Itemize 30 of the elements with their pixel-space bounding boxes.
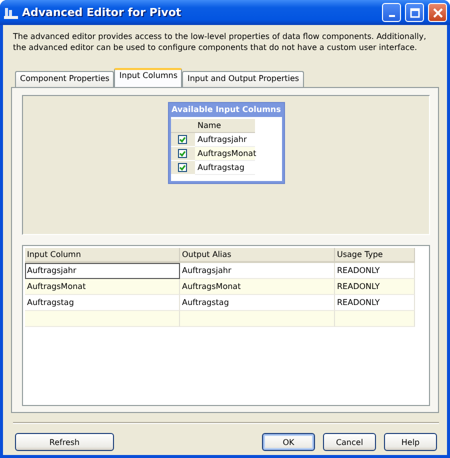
column-name: Auftragstag [194, 161, 254, 175]
maximize-button[interactable] [405, 3, 424, 22]
checkbox[interactable] [178, 135, 187, 144]
table-cell: Auftragsjahr [25, 263, 180, 279]
column-header: Input Column [25, 248, 180, 263]
table-cell: AuftragsMonat [25, 279, 180, 295]
tab[interactable]: Input Columns [114, 68, 182, 87]
close-icon [432, 8, 442, 18]
dialog-button[interactable]: Help [384, 433, 437, 451]
app-icon [4, 6, 18, 18]
tab[interactable]: Component Properties [15, 71, 114, 87]
panel-title: Available Input Columns [170, 104, 282, 116]
maximize-icon [410, 8, 420, 18]
dialog-button[interactable]: Refresh [15, 433, 114, 451]
column-header: Output Alias [180, 248, 335, 263]
checkbox[interactable] [178, 149, 187, 158]
minimize-icon [388, 14, 394, 16]
description-text: The advanced editor provides access to the low-level properties of data flow components. Additionally, the advanced editor can be used to configure components that do not have a custom user interface. [12, 31, 428, 54]
checkbox[interactable] [178, 163, 187, 172]
column-header: Usage Type [335, 248, 415, 263]
column-name: AuftragsMonat [194, 147, 254, 161]
dialog-button[interactable]: Cancel [323, 433, 376, 451]
table-cell: AuftragsMonat [180, 279, 335, 295]
minimize-button[interactable] [382, 3, 401, 22]
tab[interactable]: Input and Output Properties [182, 71, 304, 87]
column-header: Name [194, 119, 254, 133]
table-cell: READONLY [335, 279, 415, 295]
dialog-button[interactable]: OK [262, 433, 315, 451]
window-title: Advanced Editor for Pivot [22, 6, 182, 19]
close-button[interactable] [428, 3, 447, 22]
